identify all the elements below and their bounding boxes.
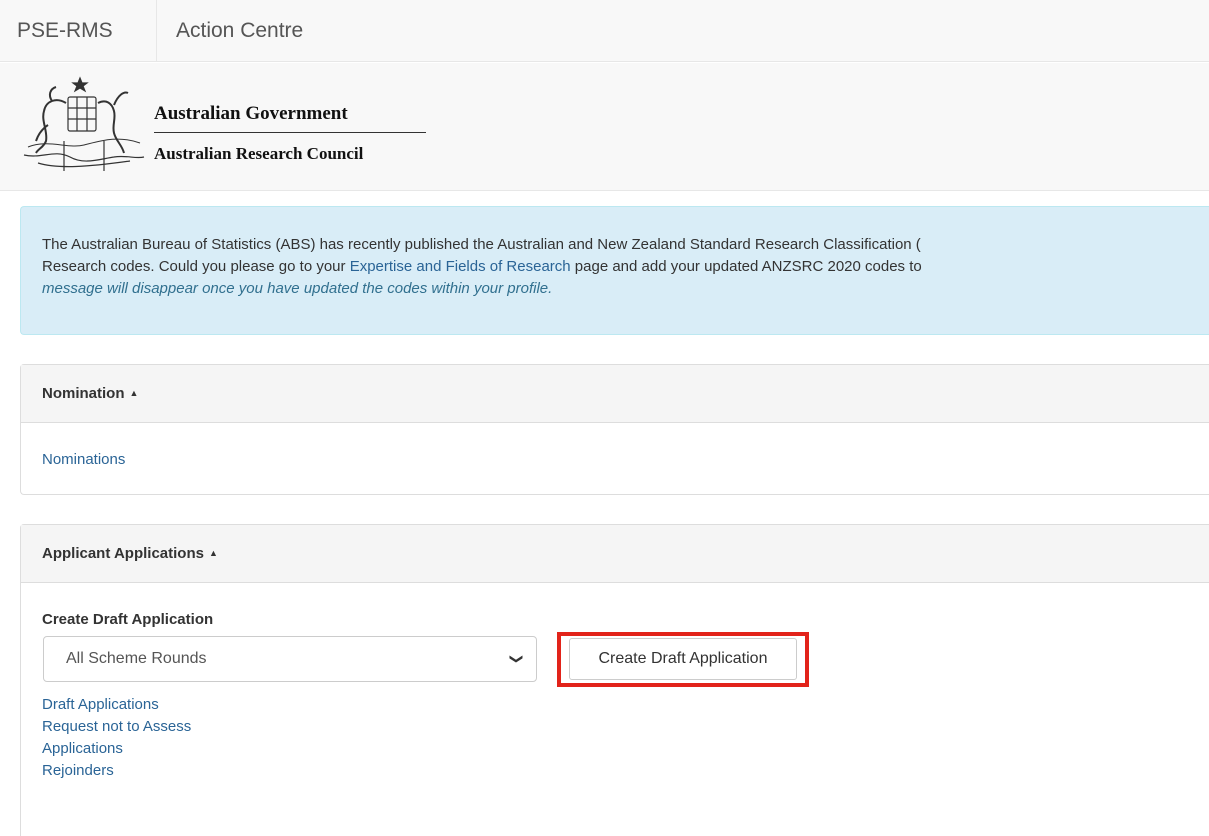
- top-navbar: PSE-RMS Action Centre: [0, 0, 1209, 62]
- alert-line-2: Research codes. Could you please go to y…: [42, 256, 1209, 278]
- create-draft-application-button[interactable]: Create Draft Application: [569, 638, 797, 680]
- council-title: Australian Research Council: [154, 144, 364, 163]
- header-divider: [154, 132, 426, 133]
- government-header: Australian Government Australian Researc…: [0, 63, 1209, 191]
- applicant-applications-panel: Applicant Applications ▲ Create Draft App…: [20, 524, 1209, 836]
- caret-up-icon: ▲: [129, 388, 139, 398]
- applications-link[interactable]: Applications: [42, 738, 1209, 760]
- request-not-to-assess-link[interactable]: Request not to Assess: [42, 716, 1209, 738]
- draft-applications-link[interactable]: Draft Applications: [42, 694, 1209, 716]
- create-draft-label: Create Draft Application: [42, 611, 214, 628]
- info-alert: The Australian Bureau of Statistics (ABS…: [20, 206, 1209, 335]
- caret-up-icon: ▲: [208, 548, 218, 558]
- brand-link[interactable]: PSE-RMS: [0, 0, 157, 62]
- scheme-round-value: All Scheme Rounds: [66, 650, 207, 667]
- coat-of-arms-icon: [23, 76, 145, 171]
- government-title: Australian Government: [154, 103, 348, 124]
- alert-line-2-end: page and add your updated ANZSRC 2020 co…: [570, 258, 922, 275]
- rejoinders-link[interactable]: Rejoinders: [42, 760, 1209, 782]
- nomination-panel-heading[interactable]: Nomination ▲: [21, 365, 1209, 423]
- alert-line-3: message will disappear once you have upd…: [42, 280, 553, 297]
- chevron-down-icon: ❯: [509, 653, 525, 665]
- scheme-round-select[interactable]: All Scheme Rounds ❯: [43, 636, 537, 682]
- nomination-panel: Nomination ▲ Nominations: [20, 364, 1209, 495]
- applications-panel-heading[interactable]: Applicant Applications ▲: [21, 525, 1209, 583]
- expertise-fields-link[interactable]: Expertise and Fields of Research: [350, 258, 571, 275]
- nominations-link[interactable]: Nominations: [42, 451, 1209, 468]
- applications-heading-label: Applicant Applications: [42, 545, 204, 562]
- alert-line-1: The Australian Bureau of Statistics (ABS…: [42, 236, 921, 253]
- alert-line-2-text: Research codes. Could you please go to y…: [42, 258, 350, 275]
- nomination-heading-label: Nomination: [42, 385, 125, 402]
- nav-action-centre[interactable]: Action Centre: [176, 0, 303, 62]
